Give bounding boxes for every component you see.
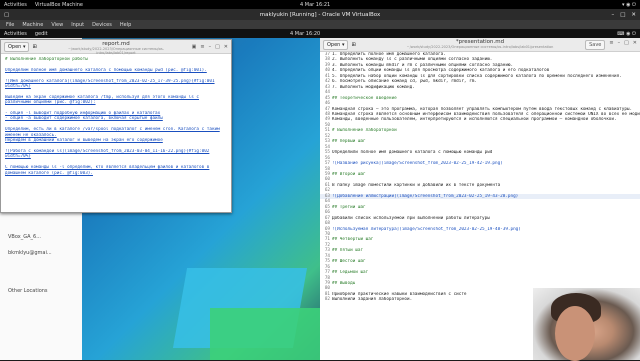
line-number: 82 — [324, 297, 330, 303]
line-text: Выполнили задания лабораторной. — [332, 297, 413, 303]
report-line: С помощью команды ls -l определим, кто я… — [5, 165, 210, 171]
report-editor-window: Open ▾ ⊞ report.md ~/work/study/2022-202… — [0, 39, 232, 213]
hamburger-menu-icon[interactable]: ≡ — [609, 40, 613, 50]
guest-system-tray-icons[interactable]: ⌨ ◉ ⏻ — [617, 31, 636, 37]
guest-desktop: bkmklyu@gmai... VBox_GA_6... Other Locat… — [0, 38, 320, 360]
presentation-title-block: *presentation.md ~/work/study/2022-2023/… — [407, 39, 554, 49]
guest-activities[interactable]: Activities — [4, 31, 27, 37]
close-icon[interactable]: ✕ — [633, 40, 637, 50]
line-text: ## Седьмой шаг — [332, 270, 369, 276]
line-text: ![Используемая литература](image/Screens… — [332, 226, 521, 232]
guest-app-name[interactable]: gedit — [35, 31, 48, 37]
sidebar-item-other-locations[interactable]: Other Locations — [8, 288, 48, 294]
host-top-bar: Activities VirtualBox Machine 4 Mar 16:2… — [0, 0, 640, 9]
open-button[interactable]: Open ▾ — [323, 39, 349, 50]
editor-line: 49 Команды, введенные пользователем, инте… — [320, 117, 640, 122]
new-tab-icon[interactable]: ⊞ — [32, 44, 36, 50]
line-text: ## Выводы — [332, 281, 356, 287]
line-text: ## Четвертый шаг — [332, 237, 374, 243]
webcam-person-face — [555, 306, 595, 361]
minimize-icon[interactable]: – — [618, 40, 621, 50]
report-line: ![Имя домашнего каталога](image/Screensh… — [5, 78, 215, 84]
close-icon[interactable]: ✕ — [224, 44, 228, 50]
report-path: ~/work/study/2022-2023/Операционные сист… — [68, 47, 164, 55]
save-icon[interactable]: ▣ — [192, 44, 197, 50]
host-clock[interactable]: 4 Mar 16:21 — [300, 2, 330, 8]
line-text: ## Шестой шаг — [332, 259, 366, 265]
line-text: Добавили список используемой при выполне… — [332, 215, 490, 221]
report-line: Определим полное имя домашнего каталога … — [5, 67, 207, 73]
menu-devices[interactable]: Devices — [92, 22, 112, 28]
virtualbox-window-title: maklyukin [Running] - Oracle VM VirtualB… — [259, 11, 381, 18]
report-line: домашнем каталоге (рис. @fig:003). — [5, 170, 93, 176]
close-icon[interactable]: ✕ — [631, 12, 636, 18]
virtualbox-menubar: File Machine View Input Devices Help — [0, 20, 640, 29]
presentation-path: ~/work/study/2022-2023/Операционные сист… — [406, 45, 554, 49]
line-text: ## Третий шаг — [332, 204, 366, 210]
report-line: ![Работа с командой ls](image/Screenshot… — [5, 148, 210, 154]
system-tray-icons[interactable]: ▾ ◉ ⏻ — [622, 2, 636, 8]
webcam-overlay — [533, 288, 640, 361]
hamburger-menu-icon[interactable]: ≡ — [200, 44, 204, 50]
minimize-icon[interactable]: – — [611, 12, 614, 18]
menu-file[interactable]: File — [6, 22, 14, 28]
new-tab-icon[interactable]: ⊞ — [351, 42, 355, 48]
report-title-block: report.md ~/work/study/2022-2023/Операци… — [59, 41, 174, 55]
guest-clock[interactable]: 4 Mar 16:20 — [290, 31, 320, 37]
report-headerbar: Open ▾ ⊞ report.md ~/work/study/2022-202… — [1, 40, 231, 55]
save-button[interactable]: Save — [585, 39, 606, 50]
line-text: ## Первый шаг — [332, 139, 366, 145]
minimize-icon[interactable]: – — [209, 44, 212, 50]
report-line: Определим, есть ли в каталоге /var/spool… — [5, 127, 220, 133]
presentation-headerbar: Open ▾ ⊞ *presentation.md ~/work/study/2… — [320, 38, 640, 52]
menu-input[interactable]: Input — [71, 22, 84, 28]
menu-view[interactable]: View — [51, 22, 63, 28]
sidebar-item-email[interactable]: bkmklyu@gmai... — [8, 250, 52, 256]
maximize-icon[interactable]: □ — [620, 12, 625, 18]
menu-machine[interactable]: Machine — [22, 22, 43, 28]
wallpaper-shape — [210, 308, 320, 360]
line-text: В папку image поместили картинки и добав… — [332, 182, 501, 188]
guest-top-bar: Activities gedit 4 Mar 16:20 ⌨ ◉ ⏻ — [0, 29, 640, 38]
host-activities[interactable]: Activities — [4, 2, 27, 8]
line-text: # Выполнение лабораторной — [332, 128, 397, 134]
line-text: 7. Выполнить модификацию команд. — [332, 84, 415, 90]
line-text: ## Пятый шаг — [332, 248, 364, 254]
line-text: Определили полное имя домашнего каталога… — [332, 150, 493, 156]
maximize-icon[interactable]: □ — [215, 44, 220, 50]
line-text: ## Второй шаг — [332, 171, 366, 177]
virtualbox-titlebar: ▢ maklyukin [Running] - Oracle VM Virtua… — [0, 9, 640, 20]
open-button[interactable]: Open ▾ — [4, 41, 30, 52]
host-app-name[interactable]: VirtualBox Machine — [35, 2, 83, 8]
menu-help[interactable]: Help — [120, 22, 131, 28]
line-text: ![Добавление иллюстраций](image/Screensh… — [332, 193, 519, 199]
report-text-area[interactable]: # Выполнение лабораторной работы Определ… — [1, 54, 231, 213]
line-text: ## Теоретическое введение — [332, 95, 397, 101]
window-menu-icon[interactable]: ▢ — [4, 12, 9, 18]
maximize-icon[interactable]: □ — [624, 40, 629, 50]
line-text: Команды, введенные пользователем, интерп… — [332, 117, 617, 123]
sidebar-item-vbox-ga[interactable]: VBox_GA_6... — [8, 234, 41, 240]
line-text: ![Название рисунка](image/Screenshot_fro… — [332, 161, 503, 167]
